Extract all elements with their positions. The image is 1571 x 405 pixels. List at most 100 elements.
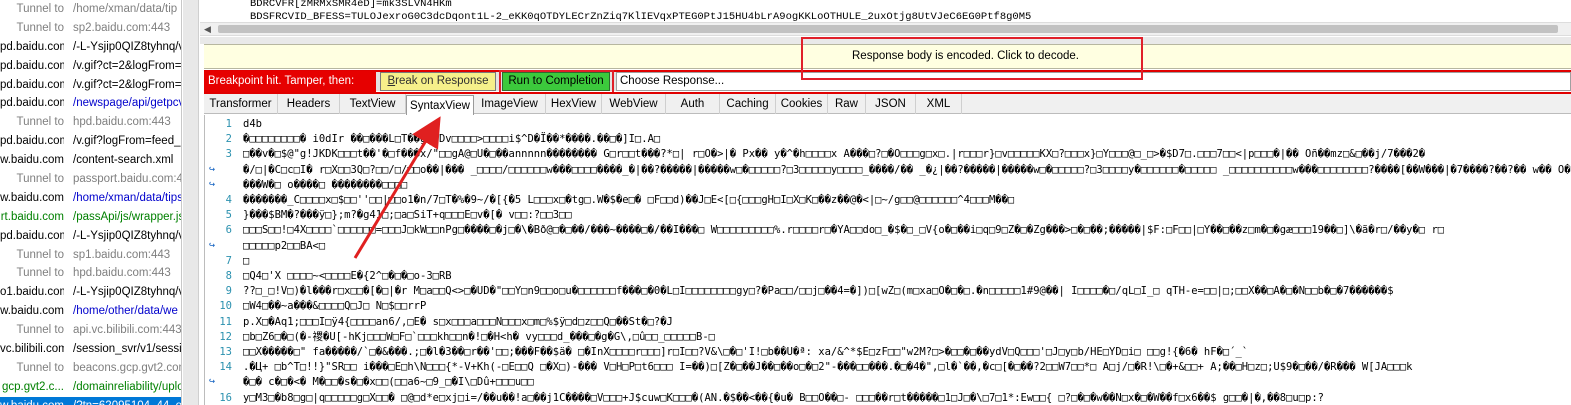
- session-row[interactable]: o1.baidu.com /-L-Ysjip0QIZ8tyhnq/v: [0, 283, 181, 302]
- session-host: o1.baidu.com: [0, 286, 64, 299]
- session-row[interactable]: Tunnel to/home/xman/data/tip: [0, 0, 181, 19]
- body-line: 4 �������_C□□□□x□$□□''□□|□□o1�n/7□T�%�9~/…: [205, 193, 1571, 207]
- line-text: �□� c�□�<� M�□□�s�□�x□□(□□a6~□9_□�I\□Dû+…: [243, 376, 534, 389]
- session-url: /-L-Ysjip0QIZ8tyhnq/v: [73, 229, 182, 242]
- break-on-response-button[interactable]: Break on Response: [380, 72, 496, 91]
- session-row[interactable]: pd.baidu.com /-L-Ysjip0QIZ8tyhnq/v: [0, 38, 181, 57]
- tab-webview[interactable]: WebView: [602, 94, 666, 114]
- line-number: 7: [225, 254, 232, 267]
- encoded-body-notice[interactable]: Response body is encoded. Click to decod…: [204, 44, 1571, 69]
- line-text: □��v�□$@"g!JKDK□□□t��'�□f���x/"□□gA@□U�□…: [243, 148, 1426, 161]
- scroll-left-arrow-icon[interactable]: ◀: [204, 23, 211, 35]
- session-row[interactable]: rt.baidu.com/passApi/js/wrapper.js: [0, 208, 181, 227]
- session-host: Tunnel to: [16, 21, 64, 34]
- line-text: ??□_□!V□)�l���r□x□□�[�□|�r M□a□□Q<>□�UD�…: [243, 285, 1394, 298]
- session-url: hpd.baidu.com:443: [73, 116, 171, 129]
- tab-caching[interactable]: Caching: [720, 94, 776, 114]
- scrollbar-thumb[interactable]: [218, 25, 1558, 33]
- session-row[interactable]: Tunnel to passport.baidu.com:4: [0, 170, 181, 189]
- tab-hexview[interactable]: HexView: [546, 94, 602, 114]
- session-url: /content-search.xml: [73, 154, 174, 167]
- session-host: vc.bilibili.com: [0, 343, 64, 356]
- tab-headers[interactable]: Headers: [278, 94, 340, 114]
- session-url: /-L-Ysjip0QIZ8tyhnq/v: [73, 40, 182, 53]
- session-host: pd.baidu.com: [0, 40, 64, 53]
- session-row[interactable]: gcp.gvt2.c... /domainreliability/uplo: [0, 378, 181, 397]
- line-number: 13: [219, 346, 232, 358]
- tab-raw[interactable]: Raw: [828, 94, 866, 114]
- line-text: �/□|�C□c□I� r□X□□3Q□?□□/□/□□o��|��� _□□□…: [243, 163, 1571, 176]
- line-text: □W4□��~a���&□□□□Q□J□ N□$□□rrP: [243, 300, 427, 313]
- syntax-view-body[interactable]: 1 d4b 2 �□□□□□□□□� i0dIr ��□���L□T��gDwDv□□…: [204, 115, 1571, 405]
- line-number: 11: [219, 315, 232, 328]
- choose-response-dropdown[interactable]: Choose Response...: [616, 72, 1571, 91]
- session-row[interactable]: Tunnel to hpd.baidu.com:443: [0, 113, 181, 132]
- session-host: pd.baidu.com: [0, 229, 64, 242]
- session-row[interactable]: vc.bilibili.com/session_svr/v1/sessi: [0, 340, 181, 359]
- tab-textview[interactable]: TextView: [340, 94, 406, 114]
- session-url: api.vc.bilibili.com:443: [73, 324, 182, 337]
- session-row[interactable]: w.baidu.com/home/xman/data/tips: [0, 189, 181, 208]
- line-text: □: [243, 254, 250, 267]
- pane-splitter[interactable]: [183, 0, 199, 405]
- decode-notice-text[interactable]: Response body is encoded. Click to decod…: [852, 50, 1079, 62]
- session-host: w.baidu.com: [0, 154, 64, 167]
- body-line: 10 □W4□��~a���&□□□□Q□J□ N□$□□rrP: [205, 299, 1571, 313]
- session-url: /home/xman/data/tips: [73, 191, 182, 204]
- breakpoint-bar: Breakpoint hit. Tamper, then: Break on R…: [204, 70, 1571, 94]
- session-row[interactable]: pd.baidu.com/newspage/api/getpcv: [0, 94, 181, 113]
- body-line: 11 p.X□�Aq1;□□□I□ÿ4{□□□□an6/,□E� s□x□□□a□…: [205, 315, 1571, 329]
- line-text: �������_C□□□□x□$□□''□□|□□o1�n/7□T�%�9~/�…: [243, 194, 1015, 206]
- session-host: Tunnel to: [16, 324, 64, 337]
- tab-auth[interactable]: Auth: [666, 94, 720, 114]
- line-number: 5: [225, 209, 232, 222]
- tab-syntaxview[interactable]: SyntaxView: [406, 95, 474, 115]
- line-text: y□M3□�b8□g□|q□□□□□g□X□□� □@□d*e□xj□i=/��…: [243, 391, 1324, 404]
- body-line: 2 �□□□□□□□□� i0dIr ��□���L□T��gDwDv□□□□>□…: [205, 132, 1571, 146]
- session-host: pd.baidu.com: [0, 135, 64, 148]
- session-row[interactable]: pd.baidu.com /-L-Ysjip0QIZ8tyhnq/v: [0, 227, 181, 246]
- line-text: p.X□�Aq1;□□□I□ÿ4{□□□□an6/,□E� s□x□□□a□□□…: [243, 315, 673, 328]
- run-to-completion-button[interactable]: Run to Completion: [502, 72, 610, 91]
- session-list[interactable]: Tunnel to/home/xman/data/tip Tunnel to sp2…: [0, 0, 182, 405]
- line-number: 3: [225, 148, 232, 161]
- session-url: hpd.baidu.com:443: [73, 267, 171, 280]
- body-line: 7 □: [205, 254, 1571, 268]
- body-wrapped-line: ↪ ���W�□ o����□ ��������□□□□: [205, 178, 1571, 192]
- session-url: beacons.gcp.gvt2.com: [73, 361, 182, 374]
- tab-xml[interactable]: XML: [916, 94, 962, 114]
- tab-json[interactable]: JSON: [866, 94, 916, 114]
- session-row[interactable]: Tunnel to sp2.baidu.com:443: [0, 19, 181, 38]
- horizontal-scrollbar[interactable]: ◀: [200, 22, 1571, 36]
- session-row[interactable]: Tunnel to sp1.baidu.com:443: [0, 246, 181, 265]
- session-row[interactable]: pd.baidu.com/v.gif?ct=2&logFrom=: [0, 57, 181, 76]
- session-host: pd.baidu.com: [0, 59, 64, 72]
- session-row[interactable]: Tunnel to api.vc.bilibili.com:443: [0, 321, 181, 340]
- tab-transformer[interactable]: Transformer: [204, 94, 278, 114]
- line-text: □□X�����□" fa�����/`□�&���.;□�l�3��□r��'…: [243, 346, 1249, 358]
- session-url: /home/xman/data/tip: [73, 3, 178, 15]
- body-line: 16 y□M3□�b8□g□|q□□□□□g□X□□� □@□d*e□xj□i=/…: [205, 391, 1571, 405]
- body-wrapped-line: ↪ □□□□□p2□□BA<□: [205, 239, 1571, 253]
- session-url: /home/other/data/we: [73, 305, 178, 318]
- session-row[interactable]: Tunnel to beacons.gcp.gvt2.com: [0, 359, 181, 378]
- session-url: /domainreliability/uplo: [73, 380, 182, 393]
- line-number: 6: [225, 224, 232, 237]
- tab-cookies[interactable]: Cookies: [776, 94, 828, 114]
- tab-imageview[interactable]: ImageView: [474, 94, 546, 114]
- session-url: sp2.baidu.com:443: [73, 21, 171, 34]
- cookie-line: BDRCVFR[zMRMxSMR4eD]=mk3SLVN4HKm: [250, 0, 452, 10]
- session-host: Tunnel to: [16, 116, 64, 129]
- session-row[interactable]: pd.baidu.com/v.gif?logFrom=feed_: [0, 132, 181, 151]
- session-host: Tunnel to: [16, 3, 64, 15]
- line-text: □□□S□□!□4X□□□□`□□□□□□=□□□J□kW□□nPg□����□…: [243, 224, 1445, 237]
- session-row[interactable]: pd.baidu.com/v.gif?ct=2&logFrom=: [0, 76, 181, 95]
- body-line: 8 □Q4□'X □□□□~<□□□□E�{2^□�□�□o-3□RB: [205, 269, 1571, 283]
- session-host: Tunnel to: [16, 267, 64, 280]
- session-row[interactable]: Tunnel to hpd.baidu.com:443: [0, 264, 181, 283]
- session-row[interactable]: w.baidu.com/home/other/data/we: [0, 302, 181, 321]
- session-row[interactable]: w.baidu.com/content-search.xml: [0, 151, 181, 170]
- body-line: 9 ??□_□!V□)�l���r□x□□�[�□|�r M□a□□Q<>□�UD…: [205, 284, 1571, 298]
- session-row[interactable]: w.baidu.com /?tn=62095104_44_o: [0, 396, 181, 405]
- session-host: w.baidu.com: [0, 305, 64, 318]
